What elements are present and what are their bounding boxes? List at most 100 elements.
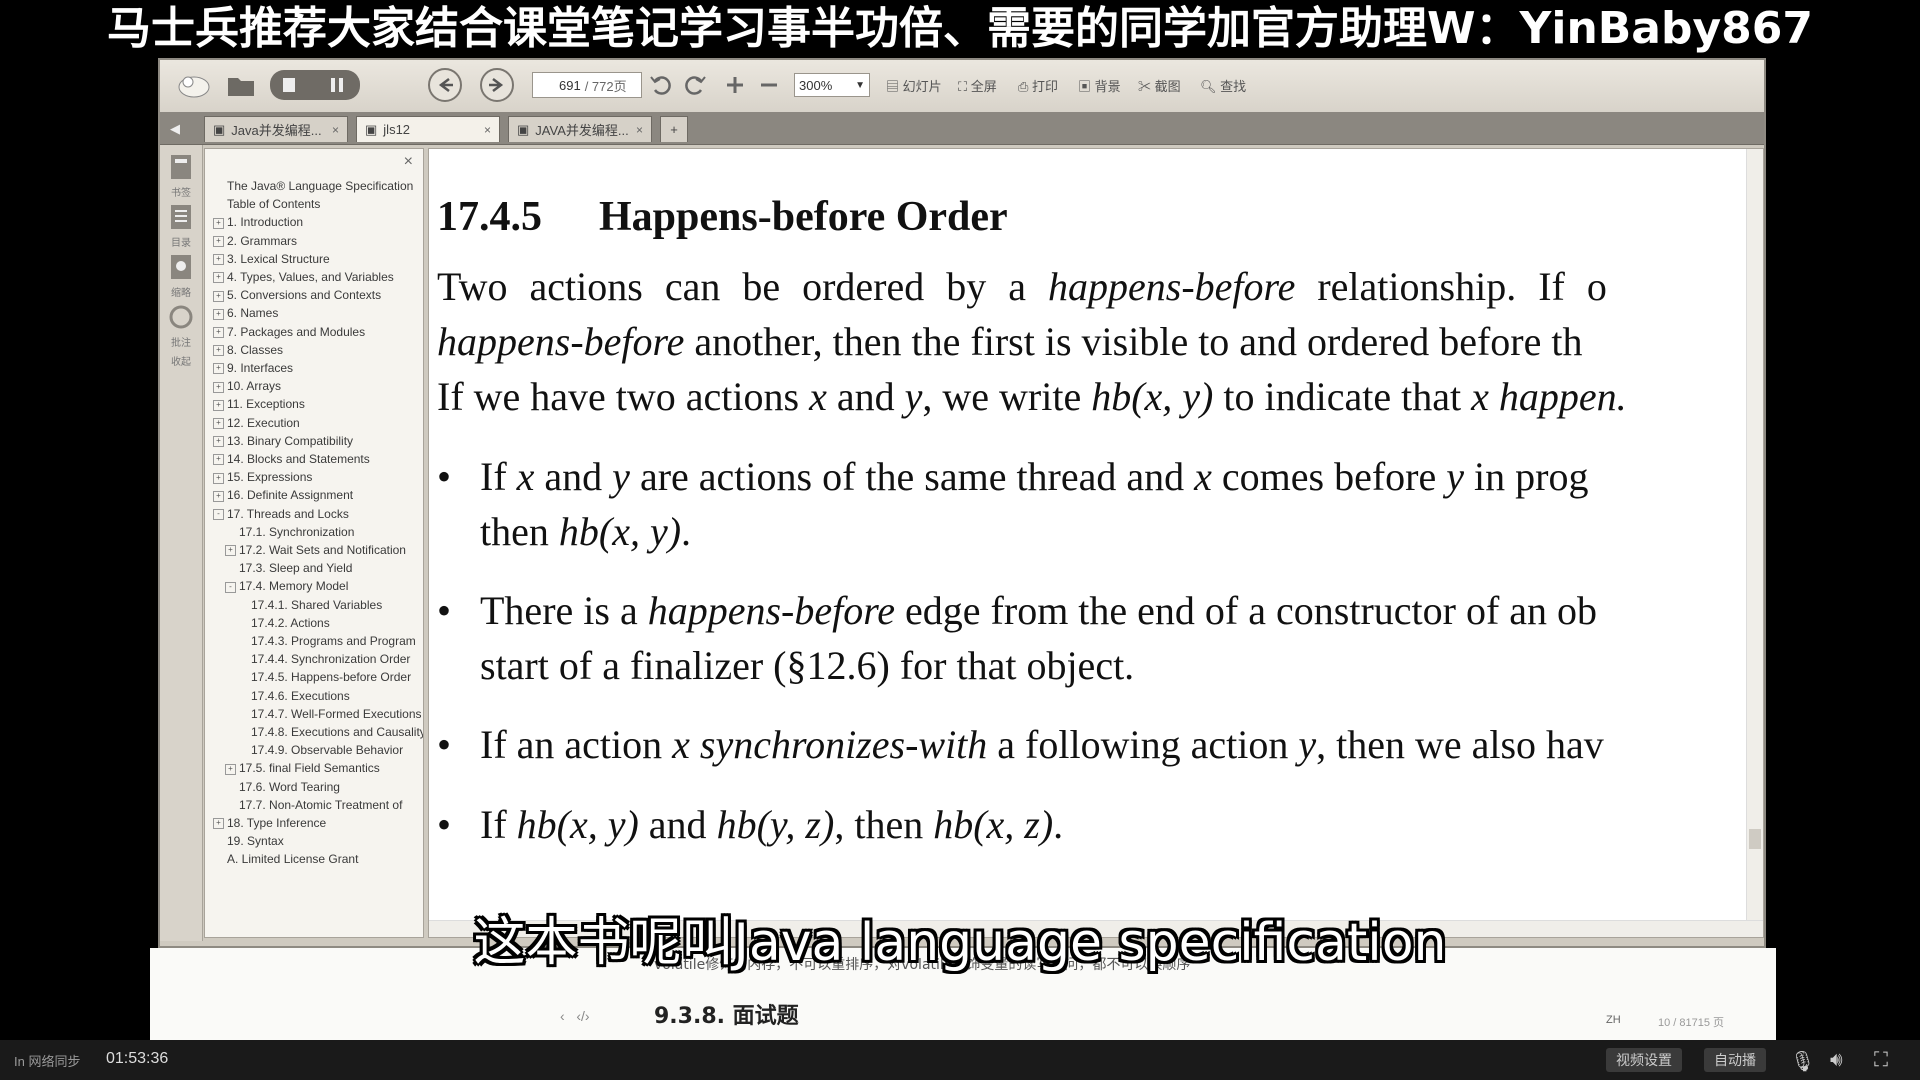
toc-item[interactable]: +12. Execution — [213, 416, 300, 430]
toc-item[interactable]: 17.4.9. Observable Behavior — [237, 743, 403, 757]
video-settings-button[interactable]: 视频设置 — [1606, 1048, 1682, 1072]
toc-item[interactable]: +7. Packages and Modules — [213, 325, 365, 339]
toc-item[interactable]: +3. Lexical Structure — [213, 252, 330, 266]
list-item: • There is a happens-before edge from th… — [437, 583, 1737, 693]
expand-icon[interactable]: + — [213, 363, 224, 375]
toc-item[interactable]: +15. Expressions — [213, 470, 312, 484]
rotate-right-icon[interactable] — [680, 70, 710, 100]
microphone-icon[interactable]: 🎙︎ — [1790, 1049, 1815, 1074]
close-icon[interactable]: × — [484, 123, 491, 137]
screenshot-button[interactable]: ✂ 截图 — [1138, 76, 1181, 95]
toc-item[interactable]: 17.7. Non-Atomic Treatment of — [225, 798, 402, 812]
outline-icon[interactable]: 目录 — [164, 203, 198, 249]
vertical-scrollbar[interactable] — [1746, 149, 1763, 937]
zoom-select[interactable]: 300% ▼ — [794, 73, 870, 97]
toc-item[interactable]: +2. Grammars — [213, 234, 297, 248]
toc-item[interactable]: +9. Interfaces — [213, 361, 293, 375]
collapse-rail-button[interactable]: 收起 — [164, 353, 198, 368]
close-icon[interactable]: × — [636, 123, 643, 137]
volume-icon[interactable]: 🔊︎ — [1830, 1049, 1843, 1072]
toc-item[interactable]: +1. Introduction — [213, 215, 303, 229]
toc-item[interactable]: 19. Syntax — [213, 834, 284, 848]
toc-item[interactable]: 17.4.6. Executions — [237, 689, 350, 703]
read-mode-toggle[interactable] — [270, 70, 360, 100]
expand-icon[interactable]: + — [213, 490, 224, 502]
toc-item[interactable]: 17.6. Word Tearing — [225, 780, 340, 794]
rotate-left-icon[interactable] — [646, 70, 676, 100]
background-button[interactable]: ▣ 背景 — [1078, 76, 1121, 95]
expand-icon[interactable]: + — [213, 345, 224, 357]
new-tab-button[interactable]: + — [660, 116, 688, 142]
toc-item-label: 8. Classes — [227, 342, 284, 357]
toc-item[interactable]: +18. Type Inference — [213, 816, 326, 830]
prev-page-button[interactable] — [428, 68, 462, 102]
toc-item[interactable]: -17. Threads and Locks — [213, 507, 349, 521]
expand-icon[interactable]: + — [225, 763, 236, 775]
toc-item[interactable]: +16. Definite Assignment — [213, 488, 353, 502]
expand-icon[interactable]: + — [213, 217, 224, 229]
tab-jls12[interactable]: ▣ jls12 × — [356, 116, 500, 142]
expand-icon[interactable]: + — [213, 818, 224, 830]
annotation-icon[interactable]: 批注 — [164, 303, 198, 349]
toc-item[interactable]: 17.4.2. Actions — [237, 616, 330, 630]
expand-icon[interactable]: + — [213, 399, 224, 411]
toc-item[interactable]: +17.2. Wait Sets and Notification — [225, 543, 406, 557]
expand-icon[interactable]: + — [213, 272, 224, 284]
thumbnail-icon[interactable]: 缩略 — [164, 253, 198, 299]
fullscreen-button[interactable]: ⛶ 全屏 — [958, 76, 997, 95]
fullscreen-icon[interactable]: ⛶ — [1874, 1049, 1888, 1072]
toc-item[interactable]: 17.3. Sleep and Yield — [225, 561, 352, 575]
toc-item[interactable]: 17.4.1. Shared Variables — [237, 598, 382, 612]
expand-icon[interactable]: + — [213, 235, 224, 247]
expand-icon[interactable]: + — [213, 381, 224, 393]
toc-item[interactable]: -17.4. Memory Model — [225, 579, 348, 593]
expand-icon[interactable]: + — [213, 308, 224, 320]
toc-item[interactable]: +8. Classes — [213, 343, 283, 357]
toc-item[interactable]: Table of Contents — [213, 197, 320, 211]
scrollbar-thumb[interactable] — [1749, 829, 1761, 849]
toc-item[interactable]: 17.4.7. Well-Formed Executions — [237, 707, 422, 721]
expand-icon[interactable]: + — [213, 254, 224, 266]
search-button[interactable]: 🔍︎ 查找 — [1200, 76, 1246, 95]
toc-item[interactable]: +14. Blocks and Statements — [213, 452, 370, 466]
collapse-tabs-icon[interactable]: ◀ — [162, 116, 190, 142]
toc-item[interactable]: +6. Names — [213, 306, 278, 320]
collapse-icon[interactable]: - — [225, 581, 236, 593]
toc-item[interactable]: +10. Arrays — [213, 379, 281, 393]
expand-icon[interactable]: + — [213, 436, 224, 448]
code-nav-icon[interactable]: ‹ ‹/› — [560, 1008, 590, 1024]
app-logo-icon[interactable] — [174, 70, 214, 100]
collapse-icon[interactable]: - — [213, 508, 224, 520]
zoom-out-icon[interactable] — [754, 70, 784, 100]
expand-icon[interactable]: + — [213, 290, 224, 302]
expand-icon[interactable]: + — [225, 545, 236, 557]
expand-icon[interactable]: + — [213, 454, 224, 466]
toc-item[interactable]: A. Limited License Grant — [213, 852, 358, 866]
print-button[interactable]: ⎙ 打印 — [1018, 76, 1058, 95]
tab-java-concurrency-1[interactable]: ▣ Java并发编程... × — [204, 116, 348, 142]
autoplay-button[interactable]: 自动播 — [1704, 1048, 1766, 1072]
open-folder-icon[interactable] — [224, 70, 258, 100]
expand-icon[interactable]: + — [213, 417, 224, 429]
page-number-input[interactable]: 691 / 772页 — [532, 72, 642, 98]
toc-item[interactable]: 17.1. Synchronization — [225, 525, 354, 539]
toc-item[interactable]: +13. Binary Compatibility — [213, 434, 353, 448]
toc-item[interactable]: 17.4.5. Happens-before Order — [237, 670, 411, 684]
slideshow-button[interactable]: ▤ 幻灯片 — [886, 76, 942, 95]
toc-item[interactable]: The Java® Language Specification — [213, 179, 413, 193]
bookmark-icon[interactable]: 书签 — [164, 153, 198, 199]
next-page-button[interactable] — [480, 68, 514, 102]
toc-item[interactable]: +11. Exceptions — [213, 397, 305, 411]
toc-item[interactable]: +4. Types, Values, and Variables — [213, 270, 394, 284]
toc-item[interactable]: 17.4.8. Executions and Causality — [237, 725, 423, 739]
close-icon[interactable]: × — [332, 123, 339, 137]
expand-icon[interactable]: + — [213, 472, 224, 484]
close-icon[interactable]: × — [404, 153, 413, 171]
zoom-in-icon[interactable] — [720, 70, 750, 100]
toc-item[interactable]: +17.5. final Field Semantics — [225, 761, 380, 775]
expand-icon[interactable]: + — [213, 326, 224, 338]
toc-item[interactable]: 17.4.4. Synchronization Order — [237, 652, 410, 666]
tab-java-concurrency-2[interactable]: ▣ JAVA并发编程... × — [508, 116, 652, 142]
toc-item[interactable]: +5. Conversions and Contexts — [213, 288, 381, 302]
toc-item[interactable]: 17.4.3. Programs and Program — [237, 634, 416, 648]
